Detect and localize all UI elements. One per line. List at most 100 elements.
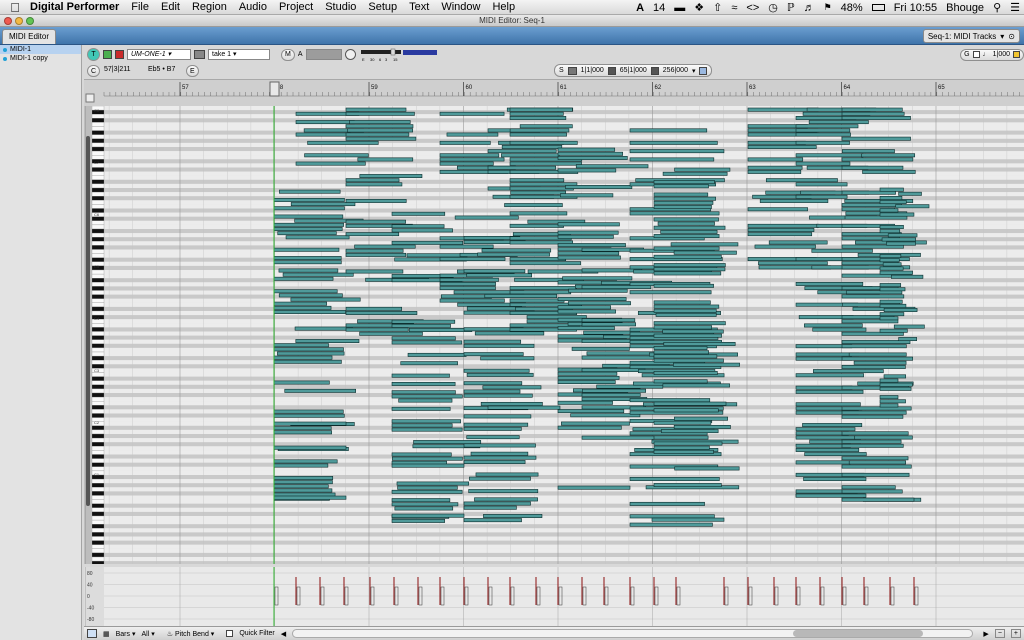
- controller-lane[interactable]: 80 40 0 -40 -80: [84, 567, 1024, 626]
- bluetooth-icon[interactable]: ℙ: [787, 1, 795, 14]
- automation-field[interactable]: [305, 49, 342, 60]
- battery-percent[interactable]: 48%: [841, 2, 863, 14]
- midi-note: [273, 206, 345, 211]
- menu-audio[interactable]: Audio: [239, 1, 267, 13]
- scroll-left-icon[interactable]: ◀: [281, 630, 286, 638]
- knob-icon[interactable]: [344, 49, 356, 60]
- snap-options-icon[interactable]: [699, 66, 708, 75]
- menu-setup[interactable]: Setup: [368, 1, 397, 13]
- snap-arrow-icon[interactable]: [607, 66, 616, 75]
- panel-icon[interactable]: [87, 629, 97, 638]
- counter-display[interactable]: 57|3|211: [104, 66, 130, 73]
- bars-select[interactable]: Bars ▾: [116, 630, 136, 638]
- sequence-selector[interactable]: Seq-1: MIDI Tracks ▾ ⊙: [922, 29, 1020, 43]
- quick-filter-checkbox[interactable]: [226, 630, 234, 637]
- play-icon[interactable]: [103, 50, 112, 59]
- settings-icon[interactable]: ⊙: [1008, 30, 1015, 43]
- midi-note: [391, 319, 456, 324]
- record-icon[interactable]: [115, 50, 124, 59]
- ruler-menu-icon: [85, 93, 95, 103]
- midi-note: [795, 140, 850, 145]
- midi-note: [662, 329, 724, 334]
- snap-end[interactable]: 65|1|000: [620, 67, 647, 74]
- track-item[interactable]: MIDI-1 copy: [0, 54, 81, 63]
- midi-note: [349, 120, 411, 125]
- midi-note: [562, 276, 633, 281]
- snap-start[interactable]: 1|1|000: [581, 67, 604, 74]
- all-select[interactable]: All ▾: [142, 630, 155, 638]
- menu-project[interactable]: Project: [279, 1, 313, 13]
- chevron-down-icon[interactable]: ▾: [692, 67, 696, 75]
- grid-color-icon[interactable]: [1013, 51, 1020, 58]
- midi-note: [581, 392, 641, 397]
- c-button[interactable]: C: [87, 65, 101, 77]
- volume-icon[interactable]: ♬: [804, 2, 815, 14]
- flag-icon[interactable]: ⚑: [824, 2, 832, 13]
- controller-select[interactable]: ♨ Pitch Bend ▾: [167, 630, 215, 638]
- ruler-graphic[interactable]: 57 58 59 60 61 62 63 64 65: [84, 80, 1024, 107]
- device-select[interactable]: UM-ONE-1 ▾: [127, 49, 191, 60]
- e-button[interactable]: E: [186, 65, 199, 77]
- zoom-button[interactable]: [26, 17, 34, 25]
- menu-region[interactable]: Region: [192, 1, 227, 13]
- spotlight-icon[interactable]: ⚲: [993, 1, 1001, 14]
- list-icon[interactable]: ☰: [1010, 1, 1020, 14]
- bar-number: 63: [749, 85, 756, 91]
- midi-note: [759, 199, 829, 203]
- menu-text[interactable]: Text: [409, 1, 429, 13]
- minus-icon[interactable]: ▬: [674, 2, 685, 14]
- adobe-icon[interactable]: A: [636, 2, 644, 14]
- s-button[interactable]: S: [559, 67, 564, 74]
- minimize-button[interactable]: [15, 17, 23, 25]
- app-name-menu[interactable]: Digital Performer: [30, 1, 119, 13]
- time-machine-icon[interactable]: ◷: [768, 1, 778, 14]
- code-icon[interactable]: <>: [746, 2, 759, 14]
- menu-file[interactable]: File: [131, 1, 149, 13]
- midi-note: [273, 347, 344, 352]
- upload-icon[interactable]: ⇧: [713, 1, 722, 14]
- dropbox-icon[interactable]: ❖: [694, 1, 704, 14]
- midi-note: [841, 497, 915, 502]
- midi-note: [795, 132, 851, 137]
- midi-note: [273, 426, 332, 431]
- m-button[interactable]: M: [281, 48, 295, 61]
- snap-arrow-icon[interactable]: [650, 66, 659, 75]
- midi-note: [747, 207, 808, 212]
- piano-roll-canvas[interactable]: C8 C7 C6 C5 C4 C3 C2 C1: [84, 105, 1024, 566]
- pitch-range-display[interactable]: Eb5 • B7: [148, 66, 175, 73]
- timeline-ruler[interactable]: 57 58 59 60 61 62 63 64 65: [84, 79, 1024, 107]
- snap-resolution[interactable]: 256|000: [663, 67, 688, 74]
- menu-studio[interactable]: Studio: [325, 1, 356, 13]
- track-item[interactable]: MIDI-1: [0, 45, 81, 54]
- piano-key: [91, 298, 105, 303]
- apple-icon[interactable]: : [0, 0, 30, 15]
- grid-checkbox[interactable]: [972, 51, 980, 58]
- menu-help[interactable]: Help: [492, 1, 515, 13]
- horizontal-scrollbar[interactable]: [292, 629, 974, 638]
- zoom-in-button[interactable]: +: [1010, 629, 1021, 638]
- tool-t-button[interactable]: T: [87, 48, 100, 61]
- sequence-selector-label: Seq-1: MIDI Tracks: [927, 31, 997, 41]
- battery-icon[interactable]: [871, 4, 885, 11]
- menu-window[interactable]: Window: [441, 1, 480, 13]
- controller-axis-label: 80: [87, 571, 93, 577]
- midi-note: [391, 489, 463, 494]
- ruler-icon[interactable]: ▦: [103, 630, 110, 638]
- take-icon[interactable]: [194, 50, 205, 59]
- midi-note: [879, 312, 905, 317]
- controller-canvas[interactable]: 80 40 0 -40 -80: [84, 567, 1024, 626]
- piano-roll[interactable]: C8 C7 C6 C5 C4 C3 C2 C1: [84, 105, 1024, 566]
- close-button[interactable]: [4, 17, 12, 25]
- take-select[interactable]: take 1 ▾: [208, 49, 270, 60]
- scroll-right-icon[interactable]: ▶: [983, 630, 988, 638]
- zoom-out-button[interactable]: −: [994, 629, 1005, 638]
- piano-key: [91, 183, 105, 189]
- clock[interactable]: Fri 10:55: [894, 2, 937, 14]
- wifi-icon[interactable]: ≈: [731, 2, 737, 14]
- scroll-thumb[interactable]: [793, 630, 924, 637]
- user-name[interactable]: Bhouge: [946, 2, 984, 14]
- snap-toggle-icon[interactable]: [567, 66, 577, 75]
- tab-midi-editor[interactable]: MIDI Editor: [2, 29, 57, 44]
- g-button[interactable]: G ♩ 1|000: [960, 48, 1024, 61]
- menu-edit[interactable]: Edit: [161, 1, 180, 13]
